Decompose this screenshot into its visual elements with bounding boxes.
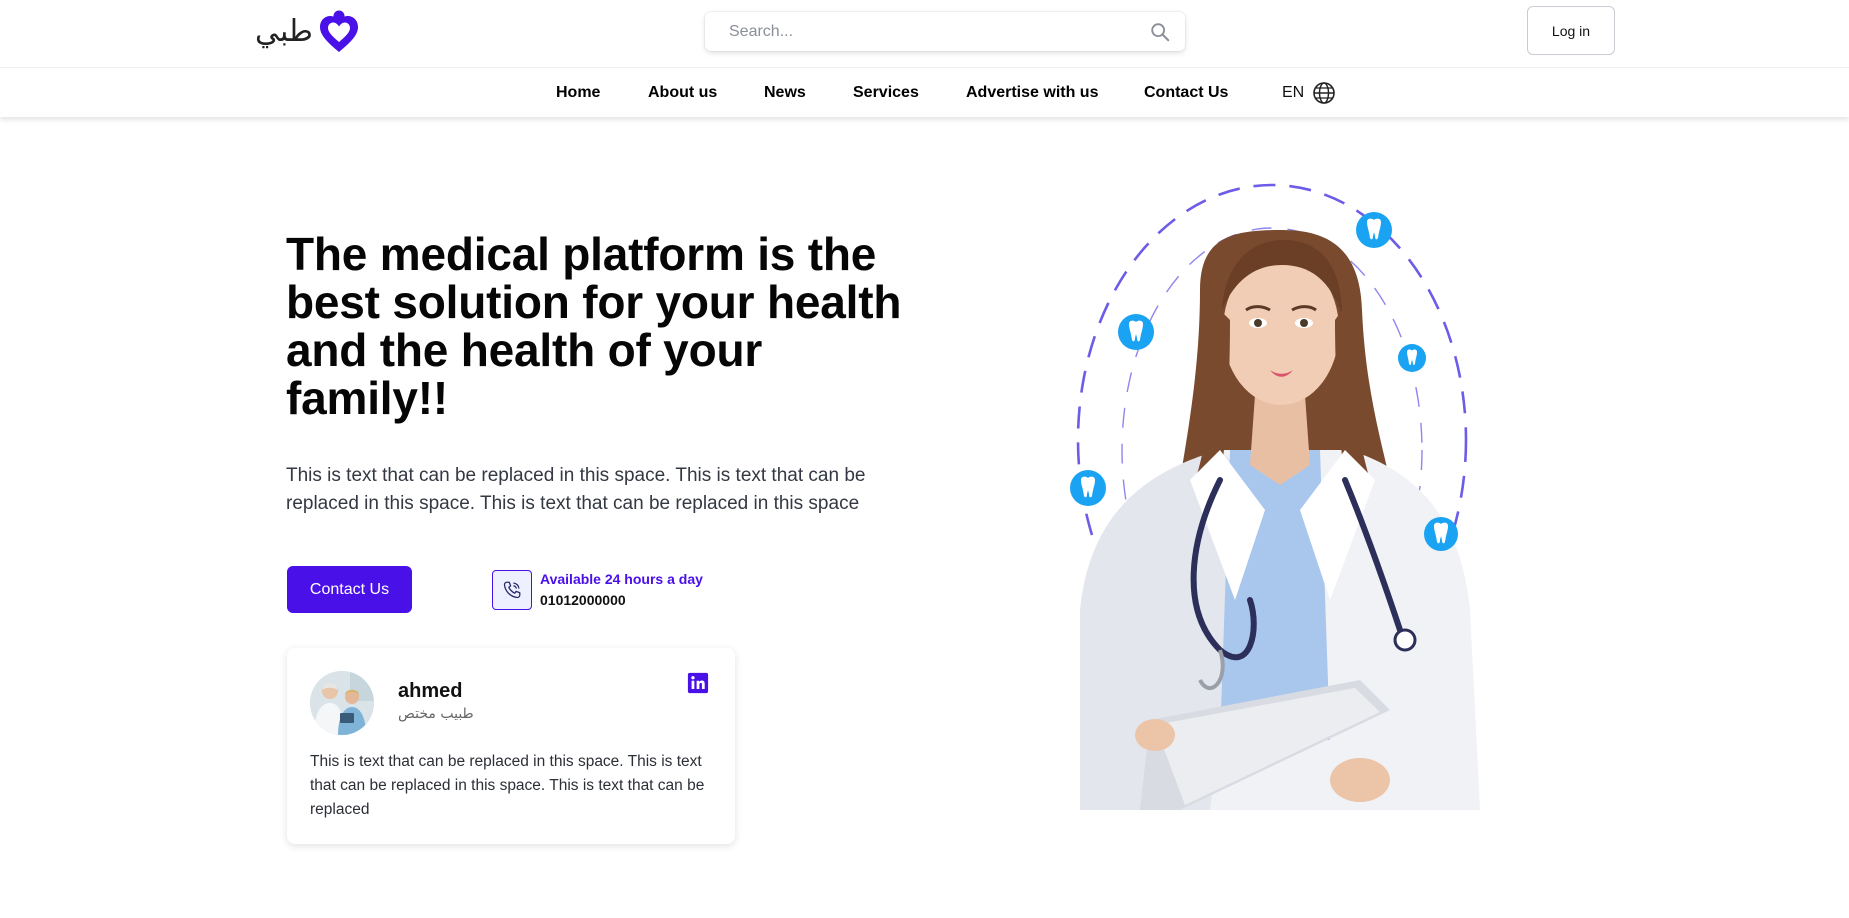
doctor-name: ahmed	[398, 680, 463, 702]
nav-about-us[interactable]: About us	[648, 84, 717, 102]
contact-us-button[interactable]: Contact Us	[287, 566, 412, 613]
globe-icon	[1313, 82, 1336, 104]
nav-news[interactable]: News	[764, 84, 806, 102]
main-nav: Home About us News Services Advertise wi…	[0, 67, 1849, 117]
doctor-card: ahmed طبيب مختص This is text that can be…	[287, 648, 735, 844]
avatar	[310, 671, 374, 735]
language-label: EN	[1282, 84, 1305, 101]
search-icon[interactable]	[1149, 21, 1171, 43]
hero-title: The medical platform is the best solutio…	[286, 228, 902, 424]
linkedin-icon[interactable]	[687, 672, 709, 694]
phone-icon-box[interactable]	[492, 570, 532, 610]
phone-number[interactable]: 01012000000	[540, 592, 626, 608]
availability-text: Available 24 hours a day	[540, 571, 703, 587]
language-switcher[interactable]: EN	[1282, 81, 1336, 105]
avatar-image	[310, 671, 374, 735]
phone-icon	[503, 581, 521, 599]
search-bar[interactable]	[705, 12, 1185, 51]
tooth-icon	[1424, 517, 1458, 551]
nav-contact-us[interactable]: Contact Us	[1144, 84, 1228, 102]
tooth-icon	[1070, 470, 1106, 506]
tooth-icon	[1356, 212, 1392, 248]
nav-advertise[interactable]: Advertise with us	[966, 84, 1098, 102]
site-logo[interactable]: طبي	[255, 8, 361, 56]
doctor-title: طبيب مختص	[398, 706, 474, 722]
search-input[interactable]	[705, 12, 1149, 51]
nav-home[interactable]: Home	[556, 84, 600, 102]
login-button[interactable]: Log in	[1527, 6, 1615, 55]
doctor-card-text: This is text that can be replaced in thi…	[310, 753, 705, 818]
top-header: طبي Log in	[0, 0, 1849, 67]
doctor-illustration	[1070, 183, 1480, 810]
hero-description: This is text that can be replaced in thi…	[286, 465, 866, 514]
tooth-icon	[1118, 314, 1154, 350]
logo-text: طبي	[255, 14, 313, 49]
tooth-icon	[1398, 344, 1426, 372]
logo-heart-icon	[319, 10, 358, 52]
nav-services[interactable]: Services	[853, 84, 919, 102]
